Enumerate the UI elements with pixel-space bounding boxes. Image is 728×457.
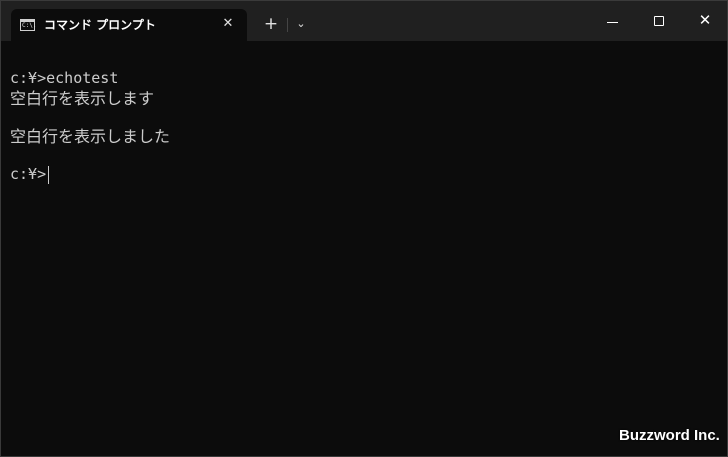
close-icon: ✕ (698, 11, 712, 29)
tab-dropdown-button[interactable]: ⌄ (291, 12, 311, 36)
tab-close-button[interactable]: ✕ (217, 13, 239, 35)
minimize-button[interactable] (591, 1, 635, 41)
close-button[interactable]: ✕ (683, 1, 727, 41)
prompt-text: c:¥> (10, 165, 47, 183)
tab-title: コマンド プロンプト (44, 18, 156, 32)
terminal-prompt-line: c:¥> (10, 164, 50, 184)
cmd-icon: C:\. (20, 19, 36, 31)
terminal-output[interactable]: c:¥>echotest 空白行を表示します 空白行を表示しました c:¥> (1, 41, 727, 456)
text-cursor (48, 165, 50, 184)
maximize-icon (654, 16, 664, 26)
terminal-line: 空白行を表示します (10, 89, 155, 108)
watermark: Buzzword Inc. (619, 427, 720, 444)
terminal-line: 空白行を表示しました (10, 127, 171, 146)
minimize-icon (607, 22, 618, 23)
terminal-line: c:¥>echotest (10, 69, 119, 87)
terminal-window: C:\. コマンド プロンプト ✕ + ⌄ ✕ c:¥>echotest 空白行… (0, 0, 728, 457)
maximize-button[interactable] (637, 1, 681, 41)
tab-command-prompt[interactable]: C:\. コマンド プロンプト ✕ (11, 9, 247, 41)
tab-divider (287, 18, 288, 32)
new-tab-button[interactable]: + (259, 12, 283, 36)
title-bar: C:\. コマンド プロンプト ✕ + ⌄ ✕ (1, 1, 727, 41)
